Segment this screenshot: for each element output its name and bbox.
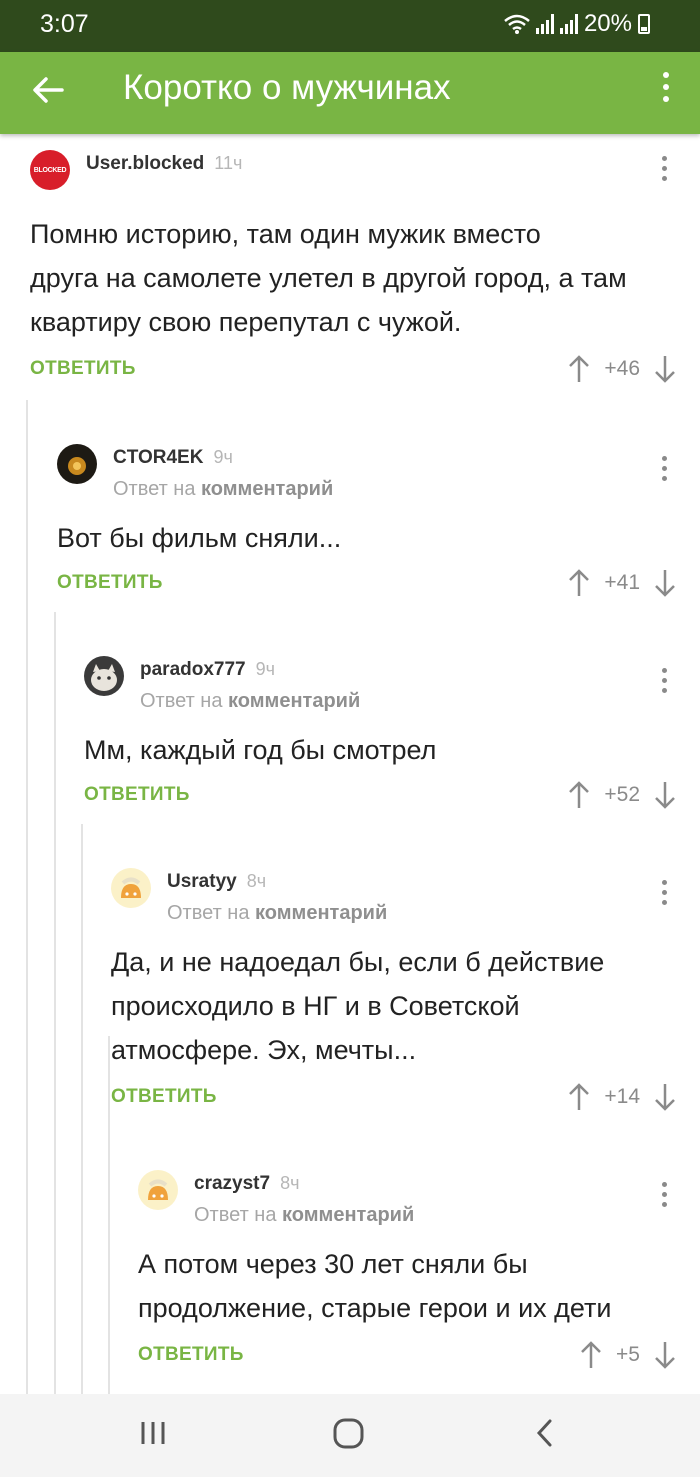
reply-reference[interactable]: Ответ на комментарий bbox=[113, 478, 333, 501]
arrow-down-icon[interactable] bbox=[654, 780, 676, 810]
avatar[interactable] bbox=[111, 868, 151, 908]
more-vertical-icon[interactable] bbox=[660, 880, 668, 912]
comment-text: Помню историю, там один мужик вместо дру… bbox=[30, 219, 627, 337]
comment-username[interactable]: Usratyy 8ч bbox=[167, 871, 266, 893]
comment: paradox777 9ч Ответ на комментарий Мм, ка… bbox=[84, 656, 700, 826]
avatar-image bbox=[148, 1179, 168, 1200]
avatar-image bbox=[91, 664, 117, 691]
arrow-up-icon[interactable] bbox=[580, 1340, 602, 1370]
comment: CTOR4EK 9ч Ответ на комментарий Вот бы фи… bbox=[57, 444, 700, 614]
comment-time: 9ч bbox=[213, 447, 233, 467]
reply-button[interactable]: ОТВЕТИТЬ bbox=[111, 1086, 217, 1108]
rating-value: +52 bbox=[604, 783, 640, 806]
comment-username[interactable]: User.blocked 11ч bbox=[86, 153, 242, 175]
avatar[interactable] bbox=[84, 656, 124, 696]
arrow-up-icon[interactable] bbox=[568, 354, 590, 384]
comment-actions: ОТВЕТИТЬ +14 bbox=[111, 1082, 700, 1118]
arrow-down-icon[interactable] bbox=[654, 354, 676, 384]
avatar-image bbox=[121, 877, 141, 898]
reply-reference[interactable]: Ответ на комментарий bbox=[194, 1204, 414, 1227]
comment-actions: ОТВЕТИТЬ +46 bbox=[30, 354, 700, 390]
reply-button[interactable]: ОТВЕТИТЬ bbox=[138, 1344, 244, 1366]
comment: crazyst7 8ч Ответ на комментарий А потом … bbox=[138, 1170, 700, 1390]
comment-username[interactable]: CTOR4EK 9ч bbox=[113, 447, 233, 469]
comment-text: Да, и не надоедал бы, если б действие пр… bbox=[111, 947, 605, 1065]
rating-controls: +52 bbox=[568, 780, 676, 810]
app-bar: Коротко о мужчинах bbox=[0, 52, 700, 134]
rating-controls: +5 bbox=[580, 1340, 676, 1370]
reply-reference[interactable]: Ответ на комментарий bbox=[140, 690, 360, 713]
comment-time: 8ч bbox=[280, 1173, 300, 1193]
rating-controls: +46 bbox=[568, 354, 676, 384]
arrow-up-icon[interactable] bbox=[568, 568, 590, 598]
more-vertical-icon[interactable] bbox=[660, 156, 668, 188]
signal-icon bbox=[535, 14, 554, 34]
comment-username[interactable]: paradox777 9ч bbox=[140, 659, 275, 681]
more-vertical-icon[interactable] bbox=[660, 668, 668, 700]
comment-actions: ОТВЕТИТЬ +52 bbox=[84, 780, 700, 816]
rating-value: +5 bbox=[616, 1343, 640, 1366]
status-time: 3:07 bbox=[40, 10, 89, 38]
status-bar: 3:07 20% bbox=[0, 0, 700, 52]
rating-value: +46 bbox=[604, 357, 640, 380]
reply-button[interactable]: ОТВЕТИТЬ bbox=[57, 572, 163, 594]
thread-line bbox=[108, 1036, 110, 1394]
status-icons: 20% bbox=[504, 10, 650, 38]
comment-username[interactable]: crazyst7 8ч bbox=[194, 1173, 299, 1195]
recent-apps-icon[interactable] bbox=[138, 1416, 168, 1450]
page-title: Коротко о мужчинах bbox=[123, 68, 451, 107]
rating-value: +41 bbox=[604, 571, 640, 594]
rating-controls: +41 bbox=[568, 568, 676, 598]
rating-value: +14 bbox=[604, 1085, 640, 1108]
arrow-down-icon[interactable] bbox=[654, 568, 676, 598]
reply-button[interactable]: ОТВЕТИТЬ bbox=[30, 358, 136, 380]
comment-actions: ОТВЕТИТЬ +41 bbox=[57, 568, 700, 604]
back-nav-icon[interactable] bbox=[532, 1416, 558, 1450]
comment-text: Вот бы фильм сняли... bbox=[57, 523, 342, 553]
avatar-image bbox=[68, 457, 86, 475]
thread-line bbox=[26, 400, 28, 1394]
thread-line bbox=[54, 612, 56, 1394]
comment-text: А потом через 30 лет сняли бы продолжени… bbox=[138, 1249, 612, 1323]
reply-reference[interactable]: Ответ на комментарий bbox=[167, 902, 387, 925]
blocked-badge: BLOCKED bbox=[33, 166, 67, 174]
home-icon[interactable] bbox=[332, 1416, 366, 1450]
avatar[interactable] bbox=[138, 1170, 178, 1210]
battery-icon bbox=[638, 14, 650, 34]
comment-time: 9ч bbox=[255, 659, 276, 679]
avatar[interactable] bbox=[57, 444, 97, 484]
arrow-down-icon[interactable] bbox=[654, 1340, 676, 1370]
wifi-icon bbox=[504, 14, 530, 34]
comment-time: 11ч bbox=[214, 153, 243, 173]
comments-feed[interactable]: BLOCKED User.blocked 11ч Помню историю, т… bbox=[0, 134, 700, 1394]
thread-line bbox=[81, 824, 83, 1394]
comment: Usratyy 8ч Ответ на комментарий Да, и не … bbox=[111, 868, 700, 1128]
rating-controls: +14 bbox=[568, 1082, 676, 1112]
comment-text: Мм, каждый год бы смотрел bbox=[84, 735, 437, 765]
battery-percent: 20% bbox=[583, 10, 632, 37]
arrow-up-icon[interactable] bbox=[568, 1082, 590, 1112]
avatar[interactable]: BLOCKED bbox=[30, 150, 70, 190]
more-vertical-icon[interactable] bbox=[660, 72, 672, 110]
comment-actions: ОТВЕТИТЬ +5 bbox=[138, 1340, 700, 1376]
arrow-down-icon[interactable] bbox=[654, 1082, 676, 1112]
arrow-left-icon[interactable] bbox=[28, 70, 68, 110]
reply-button[interactable]: ОТВЕТИТЬ bbox=[84, 784, 190, 806]
more-vertical-icon[interactable] bbox=[660, 456, 668, 488]
more-vertical-icon[interactable] bbox=[660, 1182, 668, 1214]
comment-time: 8ч bbox=[246, 871, 267, 891]
system-nav-bar bbox=[0, 1394, 700, 1477]
arrow-up-icon[interactable] bbox=[568, 780, 590, 810]
comment: BLOCKED User.blocked 11ч Помню историю, т… bbox=[30, 150, 700, 383]
signal-icon bbox=[559, 14, 578, 34]
